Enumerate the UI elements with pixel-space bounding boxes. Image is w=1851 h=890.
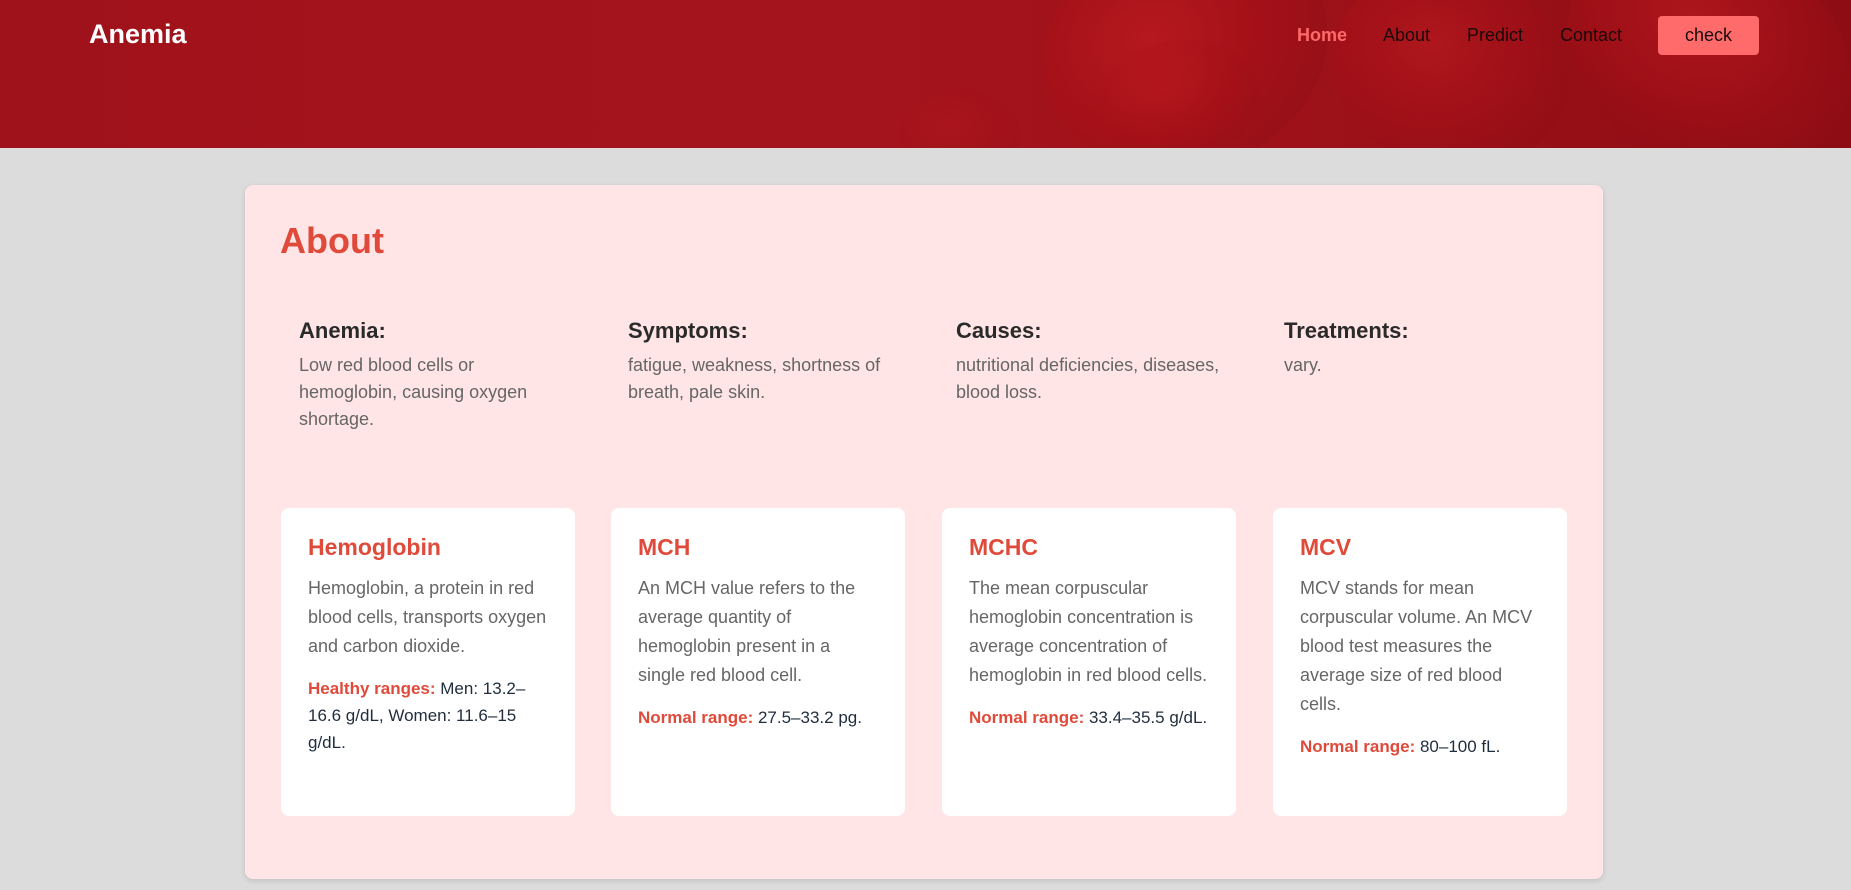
- info-text: Low red blood cells or hemoglobin, causi…: [299, 355, 528, 429]
- info-heading: Symptoms:: [628, 318, 748, 343]
- info-symptoms: Symptoms: fatigue, weakness, shortness o…: [628, 318, 898, 406]
- card-description: The mean corpuscular hemoglobin concentr…: [969, 578, 1208, 685]
- range-value: 33.4–35.5 g/dL.: [1084, 708, 1208, 727]
- range-label: Normal range:: [1300, 737, 1416, 756]
- nav-contact[interactable]: Contact: [1560, 25, 1622, 46]
- info-anemia: Anemia: Low red blood cells or hemoglobi…: [299, 318, 569, 433]
- card-range: Normal range: 27.5–33.2 pg.: [638, 704, 878, 731]
- range-value: 80–100 fL.: [1415, 737, 1501, 756]
- nav-about[interactable]: About: [1383, 25, 1430, 46]
- range-label: Healthy ranges:: [308, 679, 436, 698]
- about-panel: About Anemia: Low red blood cells or hem…: [245, 185, 1603, 879]
- info-causes: Causes: nutritional deficiencies, diseas…: [956, 318, 1226, 406]
- nav-home[interactable]: Home: [1297, 25, 1347, 46]
- card-description: An MCH value refers to the average quant…: [638, 578, 856, 685]
- card-mchc: MCHC The mean corpuscular hemoglobin con…: [942, 508, 1236, 816]
- info-heading: Causes:: [956, 318, 1042, 343]
- card-hemoglobin: Hemoglobin Hemoglobin, a protein in red …: [281, 508, 575, 816]
- range-label: Normal range:: [969, 708, 1085, 727]
- card-title: MCH: [638, 534, 691, 560]
- blood-cell-graphic: [1308, 0, 1592, 148]
- range-value: 27.5–33.2 pg.: [753, 708, 862, 727]
- card-title: Hemoglobin: [308, 534, 441, 560]
- nav-predict[interactable]: Predict: [1467, 25, 1523, 46]
- card-description: Hemoglobin, a protein in red blood cells…: [308, 578, 547, 656]
- card-range: Normal range: 80–100 fL.: [1300, 733, 1540, 760]
- site-header: Anemia Home About Predict Contact check: [0, 0, 1851, 148]
- card-range: Healthy ranges: Men: 13.2–16.6 g/dL, Wom…: [308, 675, 548, 756]
- check-button[interactable]: check: [1658, 16, 1759, 55]
- card-range: Normal range: 33.4–35.5 g/dL.: [969, 704, 1209, 731]
- info-heading: Treatments:: [1284, 318, 1409, 343]
- blood-cell-graphic: [900, 90, 1020, 148]
- card-title: MCV: [1300, 534, 1352, 560]
- range-label: Normal range:: [638, 708, 754, 727]
- info-text: nutritional deficiencies, diseases, bloo…: [956, 355, 1220, 402]
- info-heading: Anemia:: [299, 318, 386, 343]
- main-nav: Home About Predict Contact: [0, 25, 1851, 49]
- about-title: About: [280, 220, 384, 261]
- info-text: vary.: [1284, 355, 1322, 375]
- card-mcv: MCV MCV stands for mean corpuscular volu…: [1273, 508, 1567, 816]
- card-title: MCHC: [969, 534, 1038, 560]
- card-mch: MCH An MCH value refers to the average q…: [611, 508, 905, 816]
- info-text: fatigue, weakness, shortness of breath, …: [628, 355, 881, 402]
- card-description: MCV stands for mean corpuscular volume. …: [1300, 578, 1533, 714]
- info-treatments: Treatments: vary.: [1284, 318, 1554, 379]
